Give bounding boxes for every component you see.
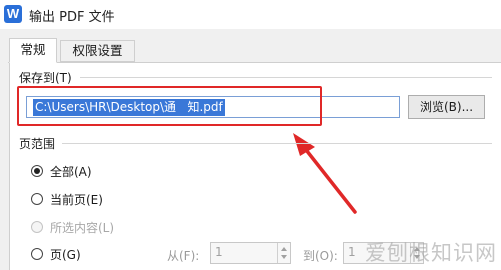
from-label: 从(F):: [167, 249, 200, 263]
page-range-label: 页范围: [19, 137, 56, 151]
annotation-highlight-box: [17, 86, 322, 126]
radio-selection-label: 所选内容(L): [50, 220, 115, 235]
radio-pages[interactable]: 页(G): [31, 245, 81, 263]
radio-button-icon: [31, 248, 43, 260]
radio-selection: 所选内容(L): [31, 218, 114, 236]
window-title: 输出 PDF 文件: [29, 10, 115, 25]
spin-arrows-icon[interactable]: [277, 243, 290, 263]
from-page-stepper[interactable]: 1: [210, 242, 291, 264]
save-to-label: 保存到(T): [19, 71, 72, 85]
save-to-divider: [80, 77, 492, 78]
tab-permissions[interactable]: 权限设置: [60, 40, 135, 62]
radio-button-icon: [31, 221, 43, 233]
to-label: 到(O):: [303, 249, 338, 263]
to-page-value: 1: [348, 245, 356, 259]
radio-current-page[interactable]: 当前页(E): [31, 190, 103, 208]
app-logo-icon: W: [4, 5, 22, 23]
site-watermark: 爱刨根知识网: [365, 241, 497, 265]
tab-general[interactable]: 常规: [9, 38, 57, 63]
title-bar: W 输出 PDF 文件: [0, 0, 501, 29]
radio-all-pages[interactable]: 全部(A): [31, 162, 92, 180]
radio-pages-label: 页(G): [50, 247, 81, 262]
page-range-divider: [62, 143, 492, 144]
from-page-value: 1: [215, 245, 223, 259]
radio-button-icon: [31, 165, 43, 177]
radio-all-label: 全部(A): [50, 164, 92, 179]
radio-button-icon: [31, 193, 43, 205]
radio-current-label: 当前页(E): [50, 192, 103, 207]
browse-button[interactable]: 浏览(B)...: [408, 95, 485, 119]
